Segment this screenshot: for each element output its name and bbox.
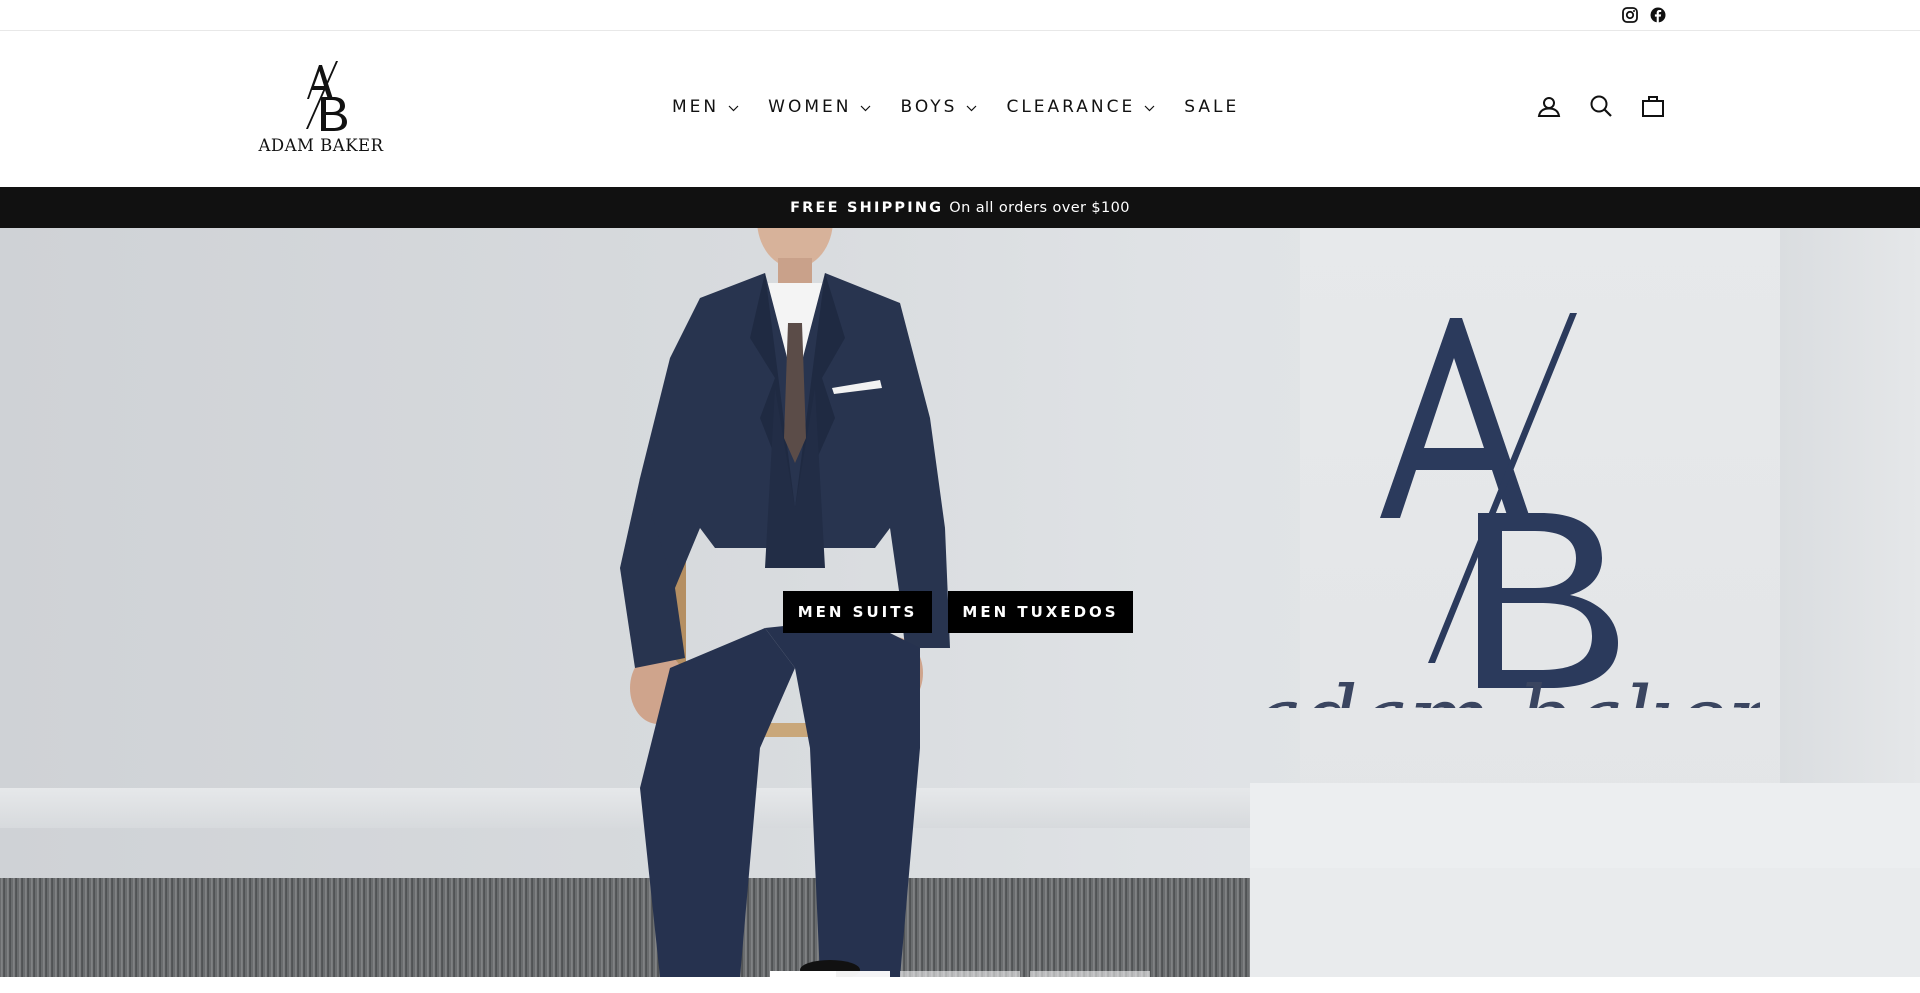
social-links <box>1620 5 1668 25</box>
slide-dot[interactable] <box>1030 971 1150 977</box>
account-icon[interactable] <box>1537 93 1561 119</box>
brand-logo[interactable]: ADAM BAKER <box>248 57 394 163</box>
chevron-down-icon <box>967 105 977 111</box>
men-suits-button[interactable]: MEN SUITS <box>783 591 932 633</box>
hero-slideshow: adam baker MEN SUITS MEN TUXEDOS <box>0 228 1920 977</box>
nav-item-sale[interactable]: SALE <box>1184 97 1239 117</box>
hero-script-text: adam baker <box>1252 669 1760 708</box>
slideshow-pagination <box>770 971 1150 977</box>
utility-bar <box>0 0 1920 31</box>
nav-item-label: WOMEN <box>768 97 852 117</box>
chevron-down-icon <box>728 105 739 111</box>
slide-dot[interactable] <box>900 971 1020 977</box>
announcement-text: On all orders over $100 <box>949 199 1130 216</box>
hero-cta-group: MEN SUITS MEN TUXEDOS <box>783 591 1133 633</box>
nav-item-women[interactable]: WOMEN <box>768 97 871 117</box>
main-nav: MEN WOMEN BOYS CLEARANCE SALE <box>672 97 1239 117</box>
logo-text: ADAM BAKER <box>258 136 384 155</box>
chevron-down-icon <box>1144 105 1155 111</box>
nav-item-label: SALE <box>1184 97 1240 117</box>
men-tuxedos-button[interactable]: MEN TUXEDOS <box>948 591 1133 633</box>
slide-progress <box>770 971 836 977</box>
nav-item-label: MEN <box>672 97 720 117</box>
nav-item-clearance[interactable]: CLEARANCE <box>1006 97 1155 117</box>
announcement-highlight: FREE SHIPPING <box>790 199 944 216</box>
nav-item-men[interactable]: MEN <box>672 97 739 117</box>
instagram-icon[interactable] <box>1620 5 1640 25</box>
facebook-icon[interactable] <box>1648 5 1668 25</box>
cart-icon[interactable] <box>1641 93 1665 119</box>
search-icon[interactable] <box>1589 93 1613 119</box>
nav-item-label: CLEARANCE <box>1006 97 1136 117</box>
nav-item-boys[interactable]: BOYS <box>900 97 977 117</box>
chevron-down-icon <box>861 105 871 111</box>
site-header: ADAM BAKER MEN WOMEN BOYS CLEARANCE SALE <box>0 31 1920 187</box>
nav-item-label: BOYS <box>900 97 958 117</box>
header-icons <box>1537 93 1665 119</box>
logo-monogram-icon <box>306 61 347 131</box>
hero-floor-right <box>1250 868 1920 977</box>
hero-brand-mark: adam baker <box>1252 313 1760 708</box>
announcement-bar: FREE SHIPPING On all orders over $100 <box>0 187 1920 228</box>
slide-dot[interactable] <box>770 971 890 977</box>
